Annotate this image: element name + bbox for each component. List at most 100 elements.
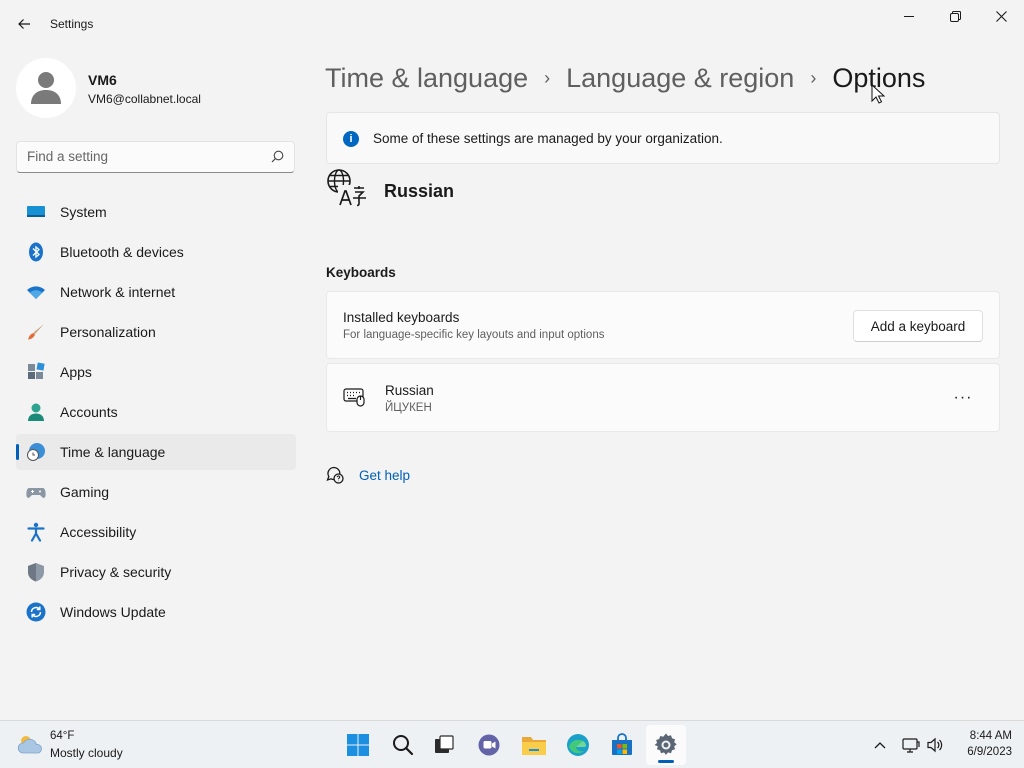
cloudy-weather-icon (17, 736, 42, 754)
sidebar-item-label: Accessibility (60, 524, 137, 540)
sidebar-item-label: System (60, 204, 107, 220)
update-icon (26, 602, 46, 622)
back-button[interactable] (10, 12, 38, 36)
sidebar-item-label: Accounts (60, 404, 118, 420)
show-hidden-icons-button[interactable] (870, 735, 890, 755)
taskbar: 64°F Mostly cloudy 8:44 AM 6/9/2023 (0, 720, 1024, 768)
info-icon: i (343, 131, 359, 147)
search-icon (271, 150, 284, 163)
keyboard-name: Russian (385, 383, 434, 398)
more-options-button[interactable]: ··· (947, 386, 979, 410)
back-arrow-icon (18, 19, 30, 29)
globe-clock-icon (27, 443, 45, 461)
file-explorer-button[interactable] (514, 725, 554, 765)
sidebar-item-label: Windows Update (60, 604, 166, 620)
language-translate-icon (327, 169, 368, 208)
keyboard-layout: ЙЦУКЕН (385, 402, 432, 414)
restore-icon (949, 10, 961, 22)
brush-icon (28, 324, 44, 340)
sidebar-item-accessibility[interactable]: Accessibility (16, 514, 296, 550)
sidebar-item-label: Apps (60, 364, 92, 380)
sidebar-item-label: Personalization (60, 324, 156, 340)
keyboard-item-russian: Russian ЙЦУКЕН ··· (326, 363, 1000, 432)
file-explorer-icon (522, 737, 546, 755)
sidebar-item-personalization[interactable]: Personalization (16, 314, 296, 350)
task-view-icon (435, 735, 454, 753)
organization-info-bar: i Some of these settings are managed by … (326, 112, 1000, 164)
taskbar-search-button[interactable] (383, 725, 423, 765)
person-icon (28, 403, 44, 421)
wifi-icon (27, 286, 45, 299)
volume-button[interactable] (925, 735, 945, 755)
sidebar-item-label: Time & language (60, 444, 166, 460)
sidebar-item-time-language[interactable]: Time & language (16, 434, 296, 470)
avatar (16, 58, 76, 118)
breadcrumb-language-region[interactable]: Language & region (566, 63, 794, 94)
system-icon (27, 206, 45, 217)
help-chat-icon (326, 466, 344, 484)
network-status-button[interactable] (901, 735, 921, 755)
settings-taskbar-button[interactable] (646, 725, 686, 765)
search-input[interactable]: Find a setting (27, 149, 108, 164)
start-icon (347, 734, 369, 756)
close-button[interactable] (978, 4, 1024, 28)
weather-description: Mostly cloudy (50, 746, 123, 760)
sidebar-item-label: Gaming (60, 484, 110, 500)
minimize-icon (904, 16, 914, 17)
sidebar-item-windows-update[interactable]: Windows Update (16, 594, 296, 630)
user-name: VM6 (88, 72, 117, 88)
task-view-button[interactable] (424, 725, 464, 765)
person-silhouette-icon (31, 72, 61, 104)
search-icon (393, 735, 414, 756)
mouse-cursor-icon (871, 84, 885, 104)
installed-keyboards-title: Installed keyboards (343, 310, 460, 325)
app-title: Settings (50, 17, 94, 31)
start-button[interactable] (338, 725, 378, 765)
accessibility-icon (27, 522, 45, 542)
keyboard-icon (343, 388, 365, 407)
language-name: Russian (384, 181, 455, 201)
installed-keyboards-card: Installed keyboards For language-specifi… (326, 291, 1000, 359)
chevron-up-icon (874, 742, 886, 749)
sidebar-item-label: Network & internet (60, 284, 176, 300)
more-icon: ··· (953, 389, 973, 406)
sidebar-item-label: Bluetooth & devices (60, 244, 184, 260)
store-icon (612, 733, 632, 755)
close-icon (995, 10, 1007, 22)
clock-date: 6/9/2023 (967, 746, 1012, 758)
title-bar: Settings (0, 0, 1024, 48)
sidebar-item-network[interactable]: Network & internet (16, 274, 296, 310)
keyboards-section-title: Keyboards (326, 265, 396, 280)
edge-button[interactable] (558, 725, 598, 765)
sidebar-item-system[interactable]: System (16, 194, 296, 230)
breadcrumb: Time & language › Language & region › Op… (325, 58, 925, 98)
get-help-link[interactable]: Get help (359, 468, 410, 483)
info-text: Some of these settings are managed by yo… (373, 131, 723, 146)
sidebar-item-label: Privacy & security (60, 564, 172, 580)
settings-icon (654, 733, 677, 755)
edge-icon (567, 734, 589, 756)
sidebar-item-privacy-security[interactable]: Privacy & security (16, 554, 296, 590)
chat-button[interactable] (469, 725, 509, 765)
network-icon (902, 738, 920, 753)
minimize-button[interactable] (886, 4, 932, 28)
add-keyboard-button[interactable]: Add a keyboard (853, 310, 983, 342)
volume-icon (927, 737, 943, 753)
apps-icon (28, 362, 45, 379)
breadcrumb-time-language[interactable]: Time & language (325, 63, 528, 94)
clock-time: 8:44 AM (969, 730, 1012, 742)
sidebar-item-accounts[interactable]: Accounts (16, 394, 296, 430)
shield-icon (28, 563, 44, 582)
installed-keyboards-subtitle: For language-specific key layouts and in… (343, 329, 605, 341)
search-box[interactable]: Find a setting (16, 141, 295, 173)
gamepad-icon (26, 488, 46, 498)
user-profile[interactable]: VM6 VM6@collabnet.local (16, 58, 296, 118)
sidebar-item-gaming[interactable]: Gaming (16, 474, 296, 510)
store-button[interactable] (602, 725, 642, 765)
sidebar-item-bluetooth[interactable]: Bluetooth & devices (16, 234, 296, 270)
sidebar-item-apps[interactable]: Apps (16, 354, 296, 390)
user-email: VM6@collabnet.local (88, 92, 201, 106)
restore-button[interactable] (932, 4, 978, 28)
chevron-right-icon: › (810, 67, 817, 88)
chat-icon (478, 734, 500, 756)
